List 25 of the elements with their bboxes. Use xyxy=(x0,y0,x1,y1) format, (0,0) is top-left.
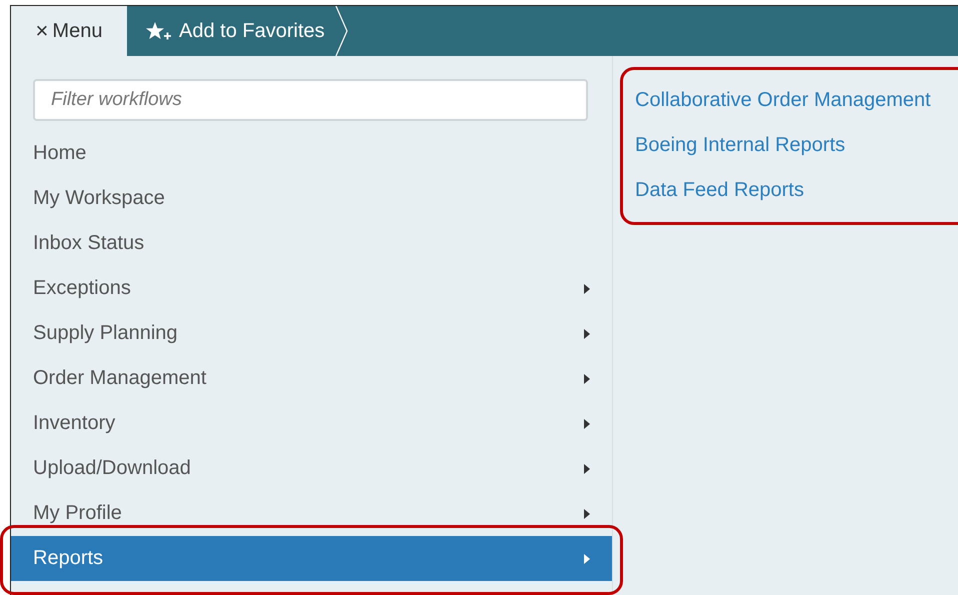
menu-item[interactable]: Supply Planning xyxy=(11,311,612,356)
submenu-arrow-icon xyxy=(584,328,590,338)
menu-item[interactable]: Inventory xyxy=(11,401,612,446)
menu-item[interactable]: My Workspace xyxy=(11,176,612,221)
submenu-arrow-icon xyxy=(584,418,590,428)
menu-item[interactable]: Upload/Download xyxy=(11,446,612,491)
filter-field[interactable]: Filter workflows xyxy=(33,79,588,121)
menu-item[interactable]: Inbox Status xyxy=(11,221,612,266)
menu-item[interactable]: Order Management xyxy=(11,356,612,401)
report-link[interactable]: Boeing Internal Reports xyxy=(635,129,958,162)
submenu-arrow-icon xyxy=(584,284,590,294)
breadcrumb-chevron-icon xyxy=(334,6,349,56)
star-plus-icon xyxy=(145,21,171,41)
menu-item[interactable]: Exceptions xyxy=(11,266,612,311)
close-menu-tab[interactable]: × Menu xyxy=(11,6,127,56)
submenu-arrow-icon xyxy=(584,508,590,518)
add-to-favorites-button[interactable]: Add to Favorites xyxy=(127,6,335,56)
menu-item[interactable]: Reports xyxy=(11,536,612,581)
report-link[interactable]: Collaborative Order Management xyxy=(635,84,958,117)
submenu-arrow-icon xyxy=(584,374,590,384)
menu-item[interactable]: My Profile xyxy=(11,491,612,536)
menu-item[interactable]: Home xyxy=(11,131,612,176)
submenu-arrow-icon xyxy=(584,554,590,564)
submenu-arrow-icon xyxy=(584,464,590,474)
report-link[interactable]: Data Feed Reports xyxy=(635,174,958,207)
